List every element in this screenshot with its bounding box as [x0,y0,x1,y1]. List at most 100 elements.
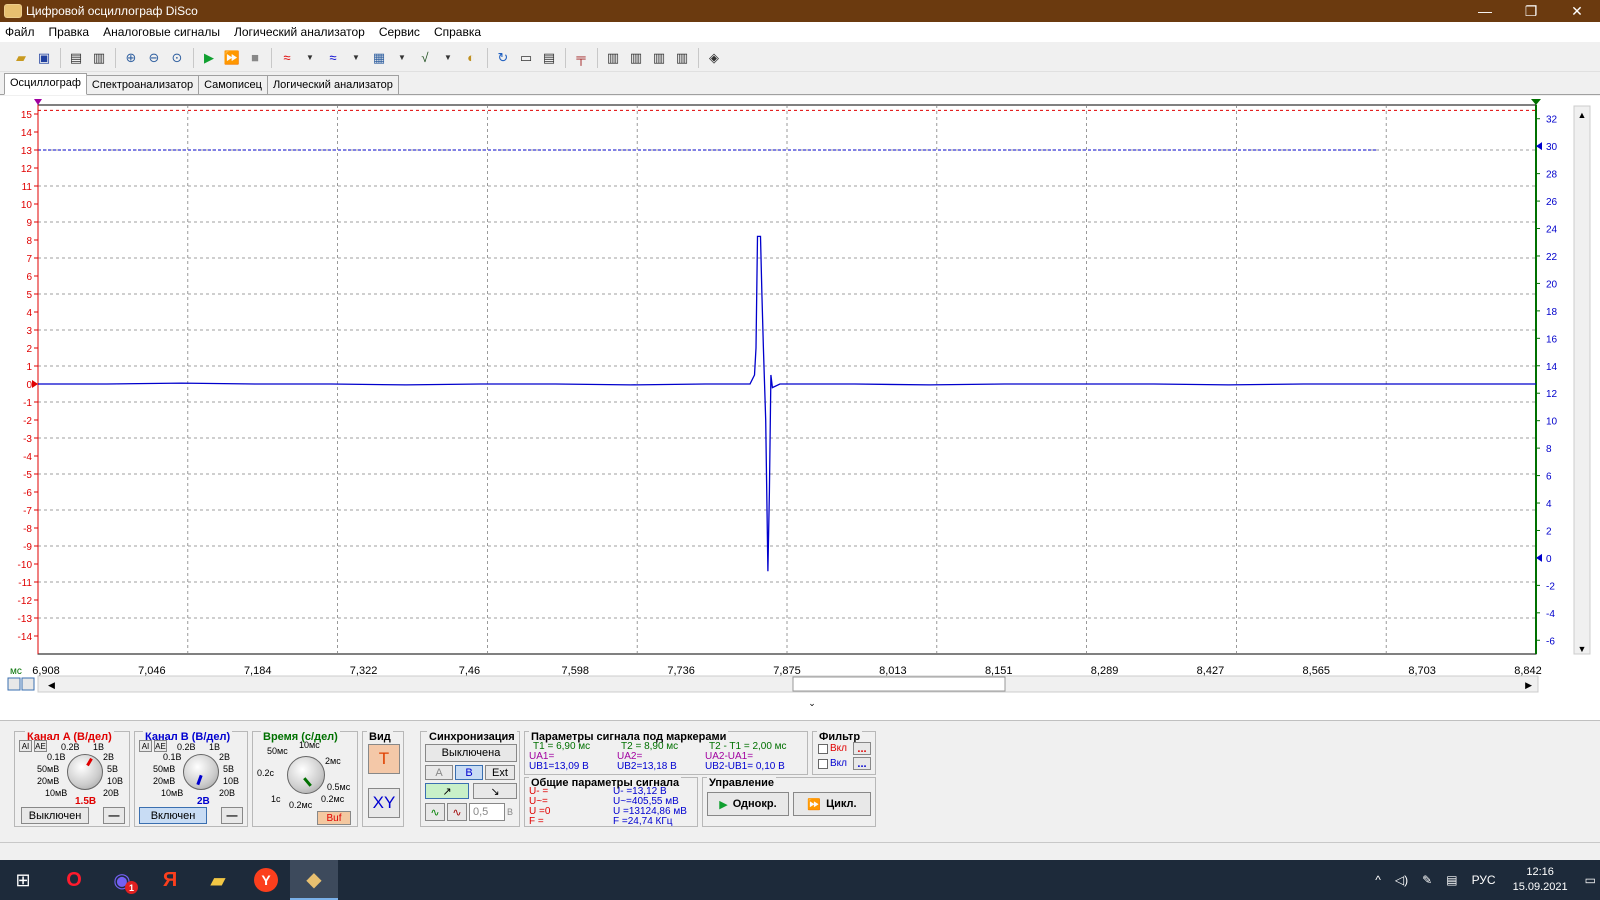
vertical-scrollbar[interactable] [1573,105,1591,655]
language-indicator[interactable]: РУС [1472,873,1496,887]
markers[interactable]: ▲ ▼ ◀ ▶ ⌄ [7,99,1591,708]
single-run-button[interactable]: ▶ Однокр. [707,792,789,816]
math-function-icon[interactable]: √ [414,47,436,69]
trigger-mode2-icon[interactable]: ∿ [447,803,467,821]
minimize-button[interactable]: — [1462,0,1508,22]
channel-b-wave-icon[interactable]: ≈ [322,47,344,69]
buffer-button[interactable]: Buf [317,811,351,825]
sync-b-button[interactable]: B [455,765,483,780]
zoom-in-icon[interactable]: ⊕ [120,47,142,69]
chip3-icon[interactable]: ▥ [648,47,670,69]
falling-edge-icon[interactable]: ↘ [473,783,517,799]
scope-display[interactable]: 15 14 13 12 11 10 9 8 7 6 5 4 3 2 1 0 -1 -2 -3 -4 -5 -6 -7 -8 -9… [0,96,1600,720]
disco-app-icon[interactable]: ◆ [290,860,338,900]
refresh-icon[interactable]: ↻ [492,47,514,69]
channel-b-state-button[interactable]: Включен [139,807,207,824]
open-icon[interactable]: ▰ [10,47,32,69]
scale-label: 5В [223,764,235,774]
clock[interactable]: 12:16 15.09.2021 [1513,865,1568,895]
cycle-run-button[interactable]: ⏩ Цикл. [793,792,871,816]
zoom-x-button[interactable] [7,677,21,691]
dropdown-arrow-icon[interactable]: ▼ [391,47,413,69]
file-explorer-icon[interactable]: ▰ [194,860,242,900]
left-tick-label: -11 [18,578,32,589]
channel-a-zero-marker-icon[interactable] [32,380,38,388]
channel-a-state-button[interactable]: Выключен [21,807,89,824]
filter-a-checkbox[interactable] [818,744,828,754]
clipboard-icon[interactable]: ▤ [538,47,560,69]
trigger-mode1-icon[interactable]: ∿ [425,803,445,821]
filter-b-checkbox[interactable] [818,759,828,769]
horizontal-scroll-thumb[interactable] [792,676,1006,692]
maximize-button[interactable]: ❐ [1508,0,1554,22]
notifications-icon[interactable]: ▭ [1585,873,1596,887]
menu-service[interactable]: Сервис [374,25,429,39]
marker-t2-icon[interactable] [1531,99,1541,105]
close-button[interactable]: ✕ [1554,0,1600,22]
menu-edit[interactable]: Правка [44,25,99,39]
menu-analog-signals[interactable]: Аналоговые сигналы [98,25,229,39]
menu-help[interactable]: Справка [429,25,490,39]
time-knob[interactable] [287,756,325,794]
zoom-out-icon[interactable]: ⊖ [143,47,165,69]
marker-t1-icon[interactable] [34,99,42,105]
play-icon[interactable]: ▶ [198,47,220,69]
play-cycle-icon[interactable]: ⏩ [221,47,243,69]
windows-start-icon[interactable]: ⊞ [0,860,46,900]
dropdown-arrow-icon[interactable]: ▼ [345,47,367,69]
print-icon[interactable]: ▥ [88,47,110,69]
menu-file[interactable]: Файл [0,25,44,39]
dropdown-arrow-icon[interactable]: ▼ [299,47,321,69]
markers-icon[interactable]: ╤ [570,47,592,69]
yandex-icon[interactable]: Я [146,860,194,900]
sync-a-button[interactable]: A [425,765,453,780]
channel-b-ae-button[interactable]: AE [154,740,167,752]
volume-icon[interactable]: ◁) [1395,873,1408,887]
view-t-button[interactable]: T [368,744,400,774]
rising-edge-icon[interactable]: ↗ [425,783,469,799]
sound-icon[interactable]: ◐ [460,47,482,69]
print-preview-icon[interactable]: ▤ [65,47,87,69]
channel-a-invert-button[interactable]: — [103,807,125,824]
opera-icon[interactable]: O [50,860,98,900]
zoom-y-button[interactable] [21,677,35,691]
tab-oscilloscope[interactable]: Осциллограф [4,73,87,95]
channel-a-wave-icon[interactable]: ≈ [276,47,298,69]
pen-icon[interactable]: ✎ [1422,873,1432,887]
dropdown-arrow-icon[interactable]: ▼ [437,47,459,69]
chip2-icon[interactable]: ▥ [625,47,647,69]
window-icon[interactable]: ▭ [515,47,537,69]
chevron-up-icon[interactable]: ^ [1375,873,1381,887]
save-icon[interactable]: ▣ [33,47,55,69]
channel-b-ai-button[interactable]: AI [139,740,152,752]
channel-a-ai-button[interactable]: AI [19,740,32,752]
keyboard-icon[interactable]: ▤ [1446,873,1457,887]
view-xy-button[interactable]: XY [368,788,400,818]
device-icon[interactable]: ◈ [703,47,725,69]
toolbar-separator [271,47,272,68]
sync-state-button[interactable]: Выключена [425,744,517,762]
channel-b-invert-button[interactable]: — [221,807,243,824]
horizontal-scrollbar[interactable] [37,675,1539,693]
channel-b-knob[interactable] [183,754,219,790]
sync-ext-button[interactable]: Ext [485,765,515,780]
menu-logic-analyzer[interactable]: Логический анализатор [229,25,374,39]
calculator-icon[interactable]: ▦ [368,47,390,69]
scope-plot[interactable]: 1514131211109876543210-1-2-3-4-5-6-7-8-9… [0,96,1600,720]
x-tick-label: 8,703 [1408,665,1436,677]
filter-b-settings-button[interactable]: ... [853,757,871,770]
yandex-browser-icon[interactable]: Y [242,860,290,900]
tab-spectrum-analyzer[interactable]: Спектроанализатор [85,75,200,94]
channel-a-knob[interactable] [67,754,103,790]
zoom-fit-icon[interactable]: ⊙ [166,47,188,69]
tab-recorder[interactable]: Самописец [198,75,268,94]
trigger-level-input[interactable]: 0,5 [469,803,505,821]
chip1-icon[interactable]: ▥ [602,47,624,69]
x-tick-label: 7,322 [350,665,378,677]
channel-a-ae-button[interactable]: AE [34,740,47,752]
tab-logic-analyzer[interactable]: Логический анализатор [266,75,399,94]
filter-a-settings-button[interactable]: ... [853,742,871,755]
viber-icon[interactable]: ◉ 1 [98,860,146,900]
chip4-icon[interactable]: ▥ [671,47,693,69]
stop-icon[interactable]: ■ [244,47,266,69]
